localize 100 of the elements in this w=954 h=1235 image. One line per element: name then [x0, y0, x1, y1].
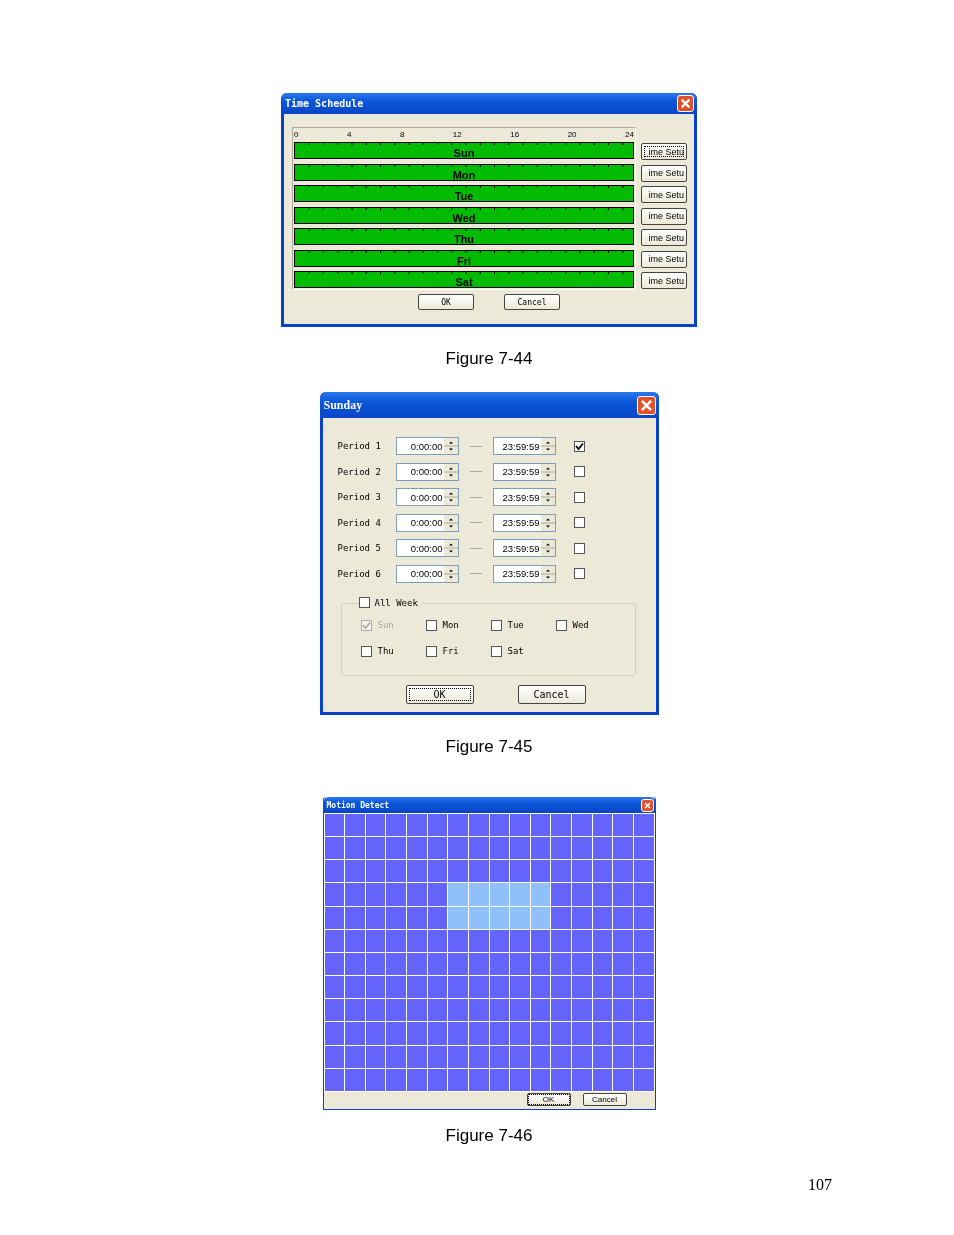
- grid-cell[interactable]: [530, 953, 551, 976]
- grid-cell[interactable]: [345, 1022, 365, 1045]
- grid-cell[interactable]: [386, 976, 406, 999]
- grid-cell[interactable]: [489, 906, 510, 929]
- grid-cell[interactable]: [448, 999, 468, 1022]
- grid-cell[interactable]: [633, 1045, 654, 1068]
- grid-cell[interactable]: [386, 929, 406, 952]
- grid-cell[interactable]: [448, 814, 468, 837]
- grid-cell[interactable]: [448, 883, 468, 906]
- grid-cell[interactable]: [489, 953, 510, 976]
- grid-cell[interactable]: [407, 1045, 427, 1068]
- period-checkbox[interactable]: [573, 568, 585, 579]
- grid-cell[interactable]: [468, 906, 489, 929]
- grid-cell[interactable]: [427, 999, 448, 1022]
- grid-cell[interactable]: [386, 883, 406, 906]
- time-setup-button[interactable]: ime Setu: [641, 143, 687, 160]
- time-field[interactable]: 23:59:59: [492, 513, 556, 532]
- day-checkbox[interactable]: [425, 645, 437, 657]
- grid-cell[interactable]: [448, 837, 468, 860]
- grid-cell[interactable]: [592, 906, 613, 929]
- grid-cell[interactable]: [324, 837, 345, 860]
- grid-cell[interactable]: [551, 837, 571, 860]
- grid-cell[interactable]: [633, 999, 654, 1022]
- grid-cell[interactable]: [407, 999, 427, 1022]
- grid-cell[interactable]: [345, 837, 365, 860]
- day-checkbox[interactable]: [490, 645, 502, 657]
- grid-cell[interactable]: [551, 999, 571, 1022]
- grid-cell[interactable]: [551, 1022, 571, 1045]
- spin-arrows-icon[interactable]: [540, 489, 555, 505]
- grid-cell[interactable]: [510, 1022, 530, 1045]
- grid-cell[interactable]: [572, 1045, 592, 1068]
- grid-cell[interactable]: [530, 1045, 551, 1068]
- grid-cell[interactable]: [633, 860, 654, 883]
- grid-cell[interactable]: [345, 814, 365, 837]
- all-week-checkbox[interactable]: [358, 597, 370, 608]
- day-timeline[interactable]: Sun: [294, 142, 634, 159]
- grid-cell[interactable]: [468, 837, 489, 860]
- day-checkbox[interactable]: [425, 619, 437, 631]
- spin-arrows-icon[interactable]: [443, 463, 458, 480]
- grid-cell[interactable]: [365, 953, 386, 976]
- grid-cell[interactable]: [551, 1045, 571, 1068]
- grid-cell[interactable]: [468, 814, 489, 837]
- grid-cell[interactable]: [613, 1045, 633, 1068]
- grid-cell[interactable]: [448, 953, 468, 976]
- grid-cell[interactable]: [448, 860, 468, 883]
- grid-cell[interactable]: [510, 906, 530, 929]
- grid-cell[interactable]: [324, 814, 345, 837]
- time-field[interactable]: 23:59:59: [492, 564, 556, 583]
- grid-cell[interactable]: [468, 860, 489, 883]
- grid-cell[interactable]: [427, 1045, 448, 1068]
- grid-cell[interactable]: [448, 906, 468, 929]
- grid-cell[interactable]: [633, 837, 654, 860]
- grid-cell[interactable]: [530, 1022, 551, 1045]
- grid-cell[interactable]: [572, 1068, 592, 1091]
- grid-cell[interactable]: [489, 860, 510, 883]
- grid-cell[interactable]: [345, 1068, 365, 1091]
- grid-cell[interactable]: [365, 929, 386, 952]
- grid-cell[interactable]: [592, 1045, 613, 1068]
- grid-cell[interactable]: [530, 906, 551, 929]
- grid-cell[interactable]: [613, 906, 633, 929]
- grid-cell[interactable]: [633, 814, 654, 837]
- ok-button[interactable]: OK: [405, 684, 474, 704]
- grid-cell[interactable]: [510, 976, 530, 999]
- grid-cell[interactable]: [324, 976, 345, 999]
- grid-cell[interactable]: [365, 883, 386, 906]
- grid-cell[interactable]: [613, 976, 633, 999]
- day-timeline[interactable]: Mon: [294, 163, 634, 181]
- grid-cell[interactable]: [427, 906, 448, 929]
- grid-cell[interactable]: [613, 883, 633, 906]
- period-checkbox[interactable]: [573, 491, 585, 503]
- grid-cell[interactable]: [324, 1022, 345, 1045]
- grid-cell[interactable]: [551, 860, 571, 883]
- spin-arrows-icon[interactable]: [540, 463, 555, 480]
- grid-cell[interactable]: [386, 953, 406, 976]
- grid-cell[interactable]: [427, 929, 448, 952]
- close-button[interactable]: [640, 798, 654, 812]
- grid-cell[interactable]: [551, 953, 571, 976]
- grid-cell[interactable]: [407, 883, 427, 906]
- grid-cell[interactable]: [365, 999, 386, 1022]
- grid-cell[interactable]: [386, 1045, 406, 1068]
- grid-cell[interactable]: [572, 906, 592, 929]
- day-timeline[interactable]: Tue: [294, 185, 634, 202]
- grid-cell[interactable]: [427, 814, 448, 837]
- grid-cell[interactable]: [324, 929, 345, 952]
- grid-cell[interactable]: [427, 953, 448, 976]
- grid-cell[interactable]: [386, 906, 406, 929]
- grid-cell[interactable]: [489, 999, 510, 1022]
- grid-cell[interactable]: [530, 883, 551, 906]
- time-setup-button[interactable]: ime Setu: [641, 229, 687, 246]
- grid-cell[interactable]: [448, 929, 468, 952]
- grid-cell[interactable]: [386, 999, 406, 1022]
- grid-cell[interactable]: [530, 860, 551, 883]
- grid-cell[interactable]: [572, 883, 592, 906]
- grid-cell[interactable]: [386, 1022, 406, 1045]
- grid-cell[interactable]: [592, 953, 613, 976]
- period-checkbox[interactable]: [573, 542, 585, 554]
- grid-cell[interactable]: [551, 929, 571, 952]
- grid-cell[interactable]: [345, 999, 365, 1022]
- grid-cell[interactable]: [407, 1068, 427, 1091]
- spin-arrows-icon[interactable]: [540, 438, 555, 454]
